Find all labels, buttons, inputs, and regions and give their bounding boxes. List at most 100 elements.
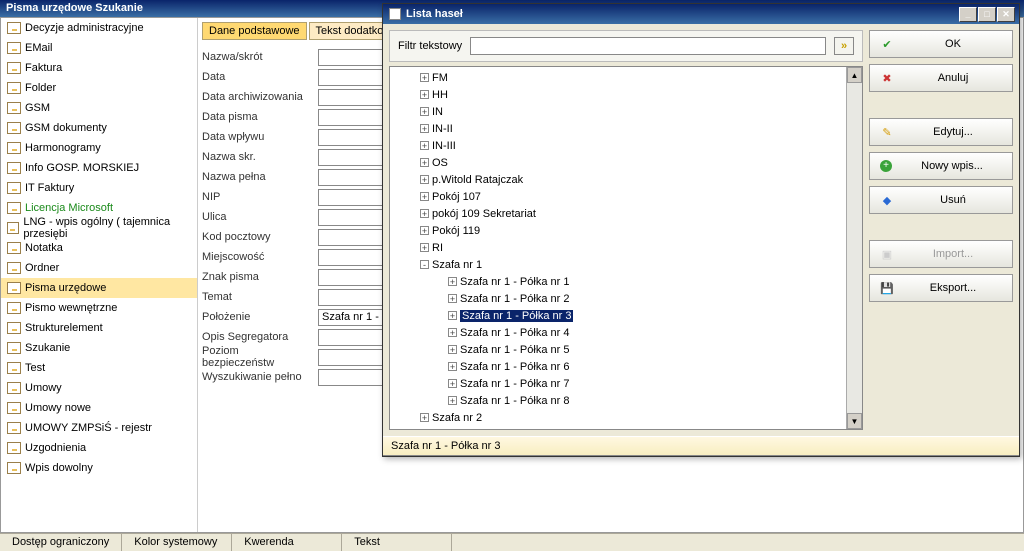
tree-expander[interactable]: + [448,345,457,354]
close-button[interactable]: ✕ [997,7,1015,22]
tree-item[interactable]: +IN-II [390,120,862,137]
scroll-up-button[interactable]: ▲ [847,67,862,83]
sidebar-item[interactable]: Ordner [1,258,197,278]
tree-item[interactable]: +Pokój 119 [390,222,862,239]
sidebar-item-label: Ordner [25,262,59,274]
tree-item-label: Szafa nr 2 [432,412,482,424]
sidebar-item[interactable]: Strukturelement [1,318,197,338]
import-button[interactable]: ▣Import... [869,240,1013,268]
sidebar-item[interactable]: Umowy nowe [1,398,197,418]
tree-item[interactable]: +IN [390,103,862,120]
tree-item[interactable]: +pokój 109 Sekretariat [390,205,862,222]
tree-item[interactable]: -Szafa nr 1 [390,256,862,273]
sidebar-item-label: Notatka [25,242,63,254]
sidebar-item[interactable]: Umowy [1,378,197,398]
tree-item[interactable]: +Szafa nr 1 - Półka nr 5 [390,341,862,358]
tree-item-label: Szafa nr 1 - Półka nr 5 [460,344,569,356]
tree-expander[interactable]: + [420,90,429,99]
tree-item[interactable]: +Szafa nr 1 - Półka nr 8 [390,392,862,409]
tree-item[interactable]: +Szafa nr 1 - Półka nr 7 [390,375,862,392]
tree-expander[interactable]: + [448,328,457,337]
tree-item[interactable]: +p.Witold Ratajczak [390,171,862,188]
tree-expander[interactable]: + [448,396,457,405]
file-icon [7,362,21,374]
sidebar-item[interactable]: LNG - wpis ogólny ( tajemnica przesiębi [1,218,197,238]
sidebar-item-label: Umowy nowe [25,402,91,414]
sidebar-item[interactable]: Notatka [1,238,197,258]
sidebar-item[interactable]: GSM [1,98,197,118]
sidebar-item[interactable]: UMOWY ZMPSiŚ - rejestr [1,418,197,438]
tree-item[interactable]: +OS [390,154,862,171]
dialog-right-column: ✔OK ✖Anuluj ✎Edytuj... +Nowy wpis... ◆Us… [869,30,1013,430]
tree-item[interactable]: +Szafa nr 1 - Półka nr 6 [390,358,862,375]
sidebar-item[interactable]: Decyzje administracyjne [1,18,197,38]
sidebar-item[interactable]: EMail [1,38,197,58]
sidebar-item[interactable]: Pismo wewnętrzne [1,298,197,318]
tree-expander[interactable]: + [420,226,429,235]
form-label: Data wpływu [202,131,312,143]
export-button[interactable]: 💾Eksport... [869,274,1013,302]
scrollbar[interactable]: ▲ ▼ [846,67,862,429]
file-icon [7,342,21,354]
sidebar-item[interactable]: Info GOSP. MORSKIEJ [1,158,197,178]
tree-expander[interactable]: + [420,413,429,422]
tree-item[interactable]: +Szafa nr 1 - Półka nr 4 [390,324,862,341]
sidebar-item[interactable]: Folder [1,78,197,98]
tree-expander[interactable]: + [420,175,429,184]
tree-expander[interactable]: + [448,379,457,388]
sidebar-item[interactable]: IT Faktury [1,178,197,198]
sidebar-item[interactable]: Test [1,358,197,378]
tree-expander[interactable]: + [448,294,457,303]
tree-item[interactable]: +Pokój 107 [390,188,862,205]
minimize-button[interactable]: _ [959,7,977,22]
file-icon [7,382,21,394]
sidebar-item[interactable]: Wpis dowolny [1,458,197,478]
delete-button[interactable]: ◆Usuń [869,186,1013,214]
tree-item[interactable]: +IN-III [390,137,862,154]
tree-expander[interactable]: + [420,107,429,116]
tree-expander[interactable]: + [420,209,429,218]
sidebar-item[interactable]: Faktura [1,58,197,78]
tree-expander[interactable]: + [420,192,429,201]
tree-expander[interactable]: + [448,311,457,320]
tree-item-label: Szafa nr 1 - Półka nr 4 [460,327,569,339]
filter-input[interactable] [470,37,826,55]
file-icon [7,462,21,474]
tree-item[interactable]: +Szafa nr 1 - Półka nr 2 [390,290,862,307]
file-icon [7,162,21,174]
tree-expander[interactable]: + [448,362,457,371]
new-entry-button[interactable]: +Nowy wpis... [869,152,1013,180]
tree-expander[interactable]: + [420,124,429,133]
tree-item[interactable]: +Szafa nr 2 [390,409,862,426]
tree-expander[interactable]: + [420,73,429,82]
scroll-down-button[interactable]: ▼ [847,413,862,429]
tab[interactable]: Dane podstawowe [202,22,307,40]
check-icon: ✔ [880,38,894,51]
tree-box: +FM+HH+IN+IN-II+IN-III+OS+p.Witold Rataj… [389,66,863,430]
tree-expander[interactable]: + [420,243,429,252]
sidebar-item[interactable]: Szukanie [1,338,197,358]
sidebar-item[interactable]: Licencja Microsoft [1,198,197,218]
ok-button[interactable]: ✔OK [869,30,1013,58]
filter-go-button[interactable]: » [834,37,854,55]
tree-expander[interactable]: + [420,141,429,150]
sidebar-item[interactable]: Harmonogramy [1,138,197,158]
sidebar-item[interactable]: Uzgodnienia [1,438,197,458]
plus-icon: + [880,160,892,172]
statusbar-cell: Dostęp ograniczony [0,534,122,551]
maximize-button[interactable]: □ [978,7,996,22]
tree-item[interactable]: +FM [390,69,862,86]
sidebar-item[interactable]: Pisma urzędowe [1,278,197,298]
tree-expander[interactable]: + [420,158,429,167]
tree-list[interactable]: +FM+HH+IN+IN-II+IN-III+OS+p.Witold Rataj… [390,67,862,428]
tree-item[interactable]: +Szafa nr 1 - Półka nr 1 [390,273,862,290]
sidebar-item-label: Licencja Microsoft [25,202,113,214]
tree-item[interactable]: +HH [390,86,862,103]
cancel-button[interactable]: ✖Anuluj [869,64,1013,92]
sidebar-item[interactable]: GSM dokumenty [1,118,197,138]
edit-button[interactable]: ✎Edytuj... [869,118,1013,146]
tree-item[interactable]: +Szafa nr 1 - Półka nr 3 [390,307,862,324]
tree-expander[interactable]: - [420,260,429,269]
tree-item[interactable]: +RI [390,239,862,256]
tree-expander[interactable]: + [448,277,457,286]
